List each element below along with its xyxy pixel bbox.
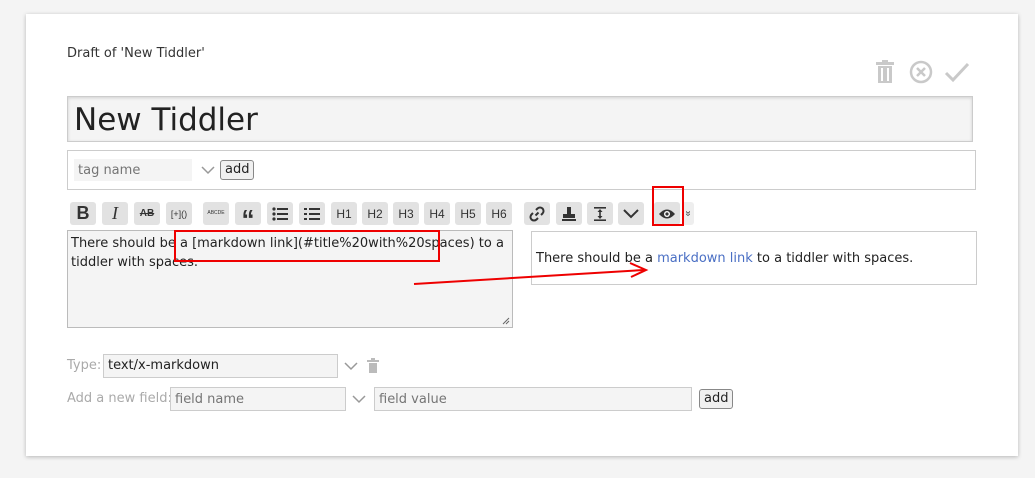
trash-icon[interactable] — [365, 357, 381, 375]
field-name-input[interactable] — [170, 387, 346, 411]
type-input[interactable]: text/x-markdown — [103, 354, 338, 378]
field-value-input[interactable] — [374, 387, 692, 411]
tiddler-edit-card: Draft of 'New Tiddler' New Tiddler tag n… — [26, 14, 1018, 456]
type-field-row: Type: text/x-markdown — [67, 354, 467, 378]
new-field-row: Add a new field: add — [67, 387, 767, 411]
new-field-label: Add a new field: — [67, 391, 172, 406]
chevron-down-icon[interactable] — [343, 357, 359, 375]
type-label: Type: — [67, 358, 102, 373]
add-field-button[interactable]: add — [699, 389, 734, 409]
chevron-down-icon[interactable] — [351, 390, 367, 408]
